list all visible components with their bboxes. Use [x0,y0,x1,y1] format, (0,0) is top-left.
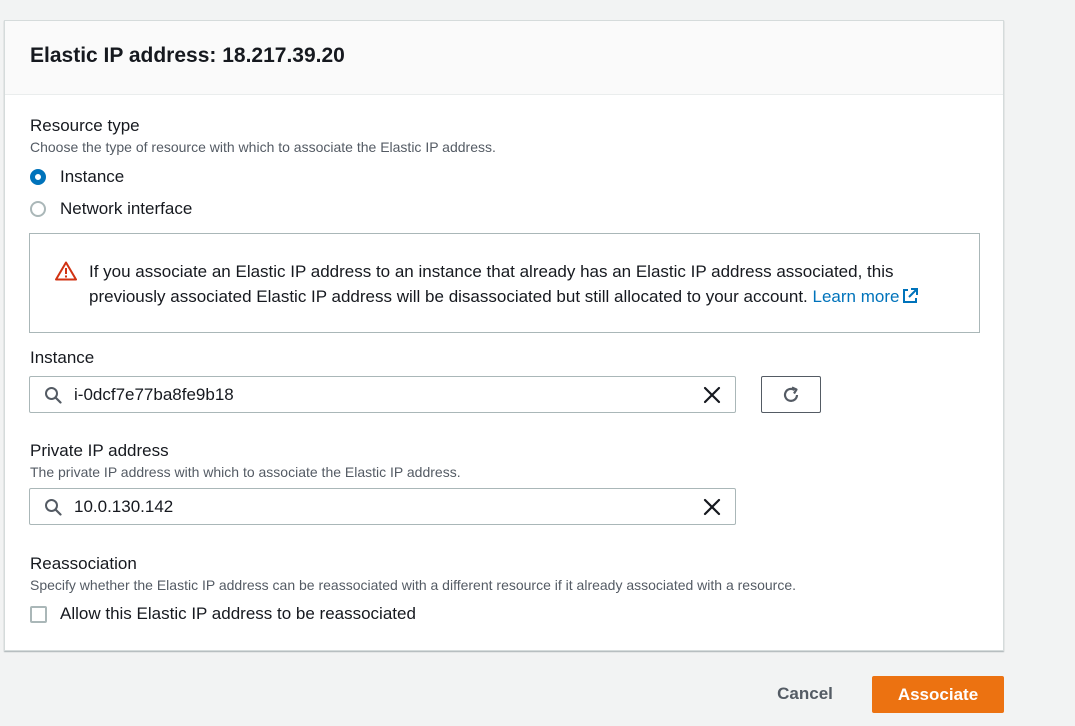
radio-option-instance[interactable]: Instance [30,167,124,187]
panel-title: Elastic IP address: 18.217.39.20 [30,44,345,67]
refresh-button[interactable] [761,376,821,413]
elastic-ip-panel: Elastic IP address: 18.217.39.20 Resourc… [4,20,1004,651]
warning-alert: If you associate an Elastic IP address t… [29,233,980,333]
clear-private-ip-icon[interactable] [703,498,721,516]
instance-label: Instance [30,348,95,367]
reassociation-checkbox[interactable] [30,605,47,623]
radio-label-instance: Instance [60,167,125,186]
alert-message: If you associate an Elastic IP address t… [89,259,969,309]
reassociation-description: Specify whether the Elastic IP address c… [30,577,796,593]
radio-option-network-interface[interactable]: Network interface [30,199,192,219]
associate-button[interactable]: Associate [872,676,1004,713]
radio-button-instance[interactable] [30,169,46,185]
reassociation-checkbox-row[interactable]: Allow this Elastic IP address to be reas… [30,604,416,624]
warning-icon [55,261,77,281]
reassociation-label: Reassociation [30,554,137,573]
resource-type-label: Resource type [30,116,140,135]
external-link-icon [903,288,919,303]
panel-header: Elastic IP address: 18.217.39.20 [5,21,1003,95]
learn-more-link[interactable]: Learn more [813,287,920,306]
resource-type-description: Choose the type of resource with which t… [30,139,496,155]
private-ip-input[interactable]: 10.0.130.142 [29,488,736,525]
private-ip-description: The private IP address with which to ass… [30,464,461,480]
cancel-button[interactable]: Cancel [760,678,850,710]
learn-more-label: Learn more [812,287,900,306]
search-icon [45,499,62,516]
search-icon [45,387,62,404]
private-ip-label: Private IP address [30,441,169,460]
clear-instance-icon[interactable] [703,386,721,404]
refresh-icon [783,386,799,402]
instance-input[interactable]: i-0dcf7e77ba8fe9b18 [29,376,736,413]
private-ip-value: 10.0.130.142 [74,497,174,516]
instance-value: i-0dcf7e77ba8fe9b18 [74,385,234,404]
radio-button-network-interface[interactable] [30,201,46,217]
radio-label-network-interface: Network interface [60,199,193,218]
reassociation-checkbox-label: Allow this Elastic IP address to be reas… [60,604,416,623]
alert-text: If you associate an Elastic IP address t… [89,262,894,306]
